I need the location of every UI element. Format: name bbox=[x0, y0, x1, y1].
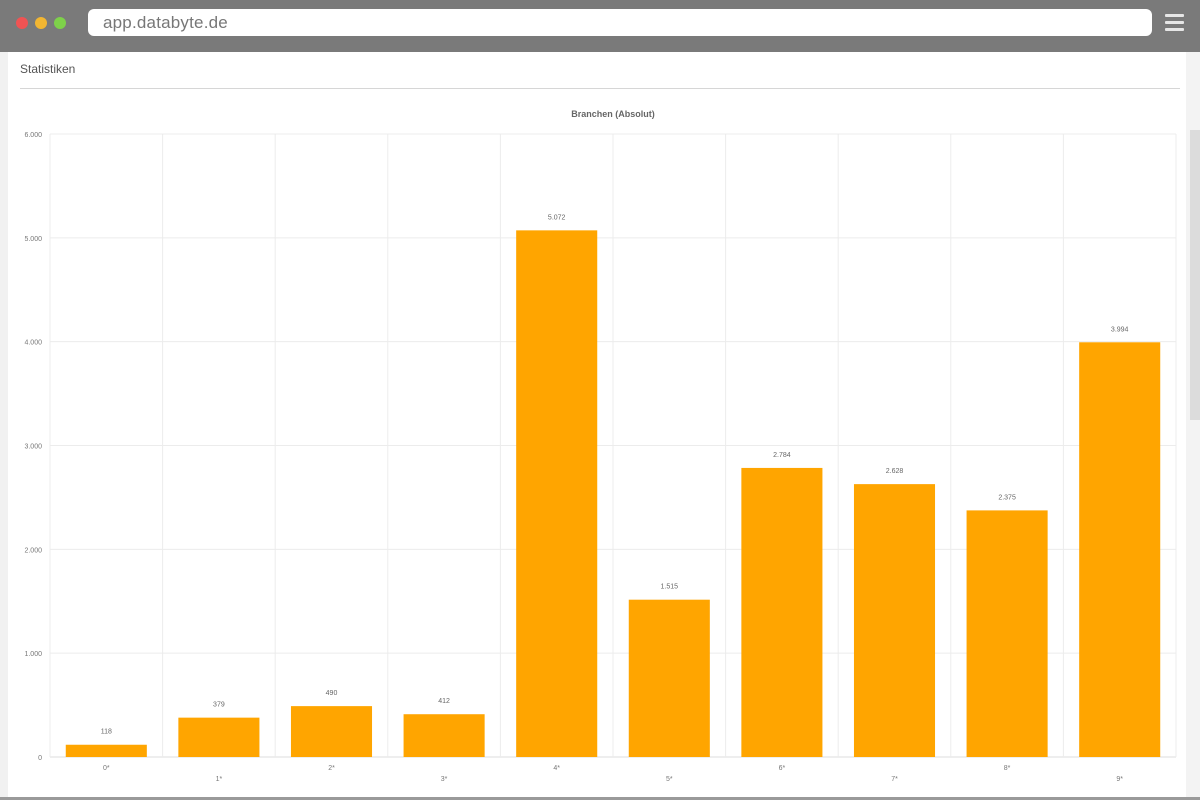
bar bbox=[65, 744, 147, 757]
y-tick-label: 4.000 bbox=[24, 340, 42, 347]
y-tick-label: 6.000 bbox=[24, 132, 42, 139]
y-tick-label: 2.000 bbox=[24, 547, 42, 554]
bar-value-label: 5.072 bbox=[548, 214, 566, 221]
bar-value-label: 490 bbox=[326, 690, 338, 697]
y-tick-label: 3.000 bbox=[24, 444, 42, 451]
x-tick-label: 2* bbox=[328, 765, 335, 772]
bar-value-label: 379 bbox=[213, 702, 225, 709]
bar bbox=[853, 484, 936, 757]
bar-value-label: 2.784 bbox=[773, 452, 791, 459]
x-tick-label: 4* bbox=[553, 765, 560, 772]
bar bbox=[403, 714, 485, 757]
x-tick-label: 5* bbox=[666, 776, 673, 783]
bar bbox=[1079, 342, 1161, 757]
bar-value-label: 3.994 bbox=[1111, 326, 1129, 333]
x-tick-label: 9* bbox=[1116, 776, 1123, 783]
bar-value-label: 2.628 bbox=[886, 468, 904, 475]
x-tick-label: 3* bbox=[441, 776, 448, 783]
bar-value-label: 412 bbox=[438, 698, 450, 705]
bar bbox=[628, 599, 710, 757]
y-tick-label: 0 bbox=[38, 755, 42, 762]
bar bbox=[290, 706, 373, 757]
x-tick-label: 6* bbox=[779, 765, 786, 772]
x-tick-label: 0* bbox=[103, 765, 110, 772]
bar bbox=[516, 230, 598, 758]
bar bbox=[741, 467, 823, 757]
x-tick-label: 7* bbox=[891, 776, 898, 783]
y-tick-label: 1.000 bbox=[24, 651, 42, 658]
bar bbox=[178, 717, 260, 757]
bar-chart: Branchen (Absolut) 0 1.000 2.000 3.000 4.000 5… bbox=[24, 109, 1177, 783]
chart-title: Branchen (Absolut) bbox=[571, 109, 655, 119]
x-tick-label: 8* bbox=[1004, 765, 1011, 772]
y-tick-label: 5.000 bbox=[24, 236, 42, 243]
bar-value-label: 1.515 bbox=[661, 584, 679, 591]
bar-value-label: 2.375 bbox=[998, 494, 1016, 501]
x-tick-label: 1* bbox=[216, 776, 223, 783]
bar-value-label: 118 bbox=[101, 729, 112, 736]
bar bbox=[966, 510, 1048, 757]
